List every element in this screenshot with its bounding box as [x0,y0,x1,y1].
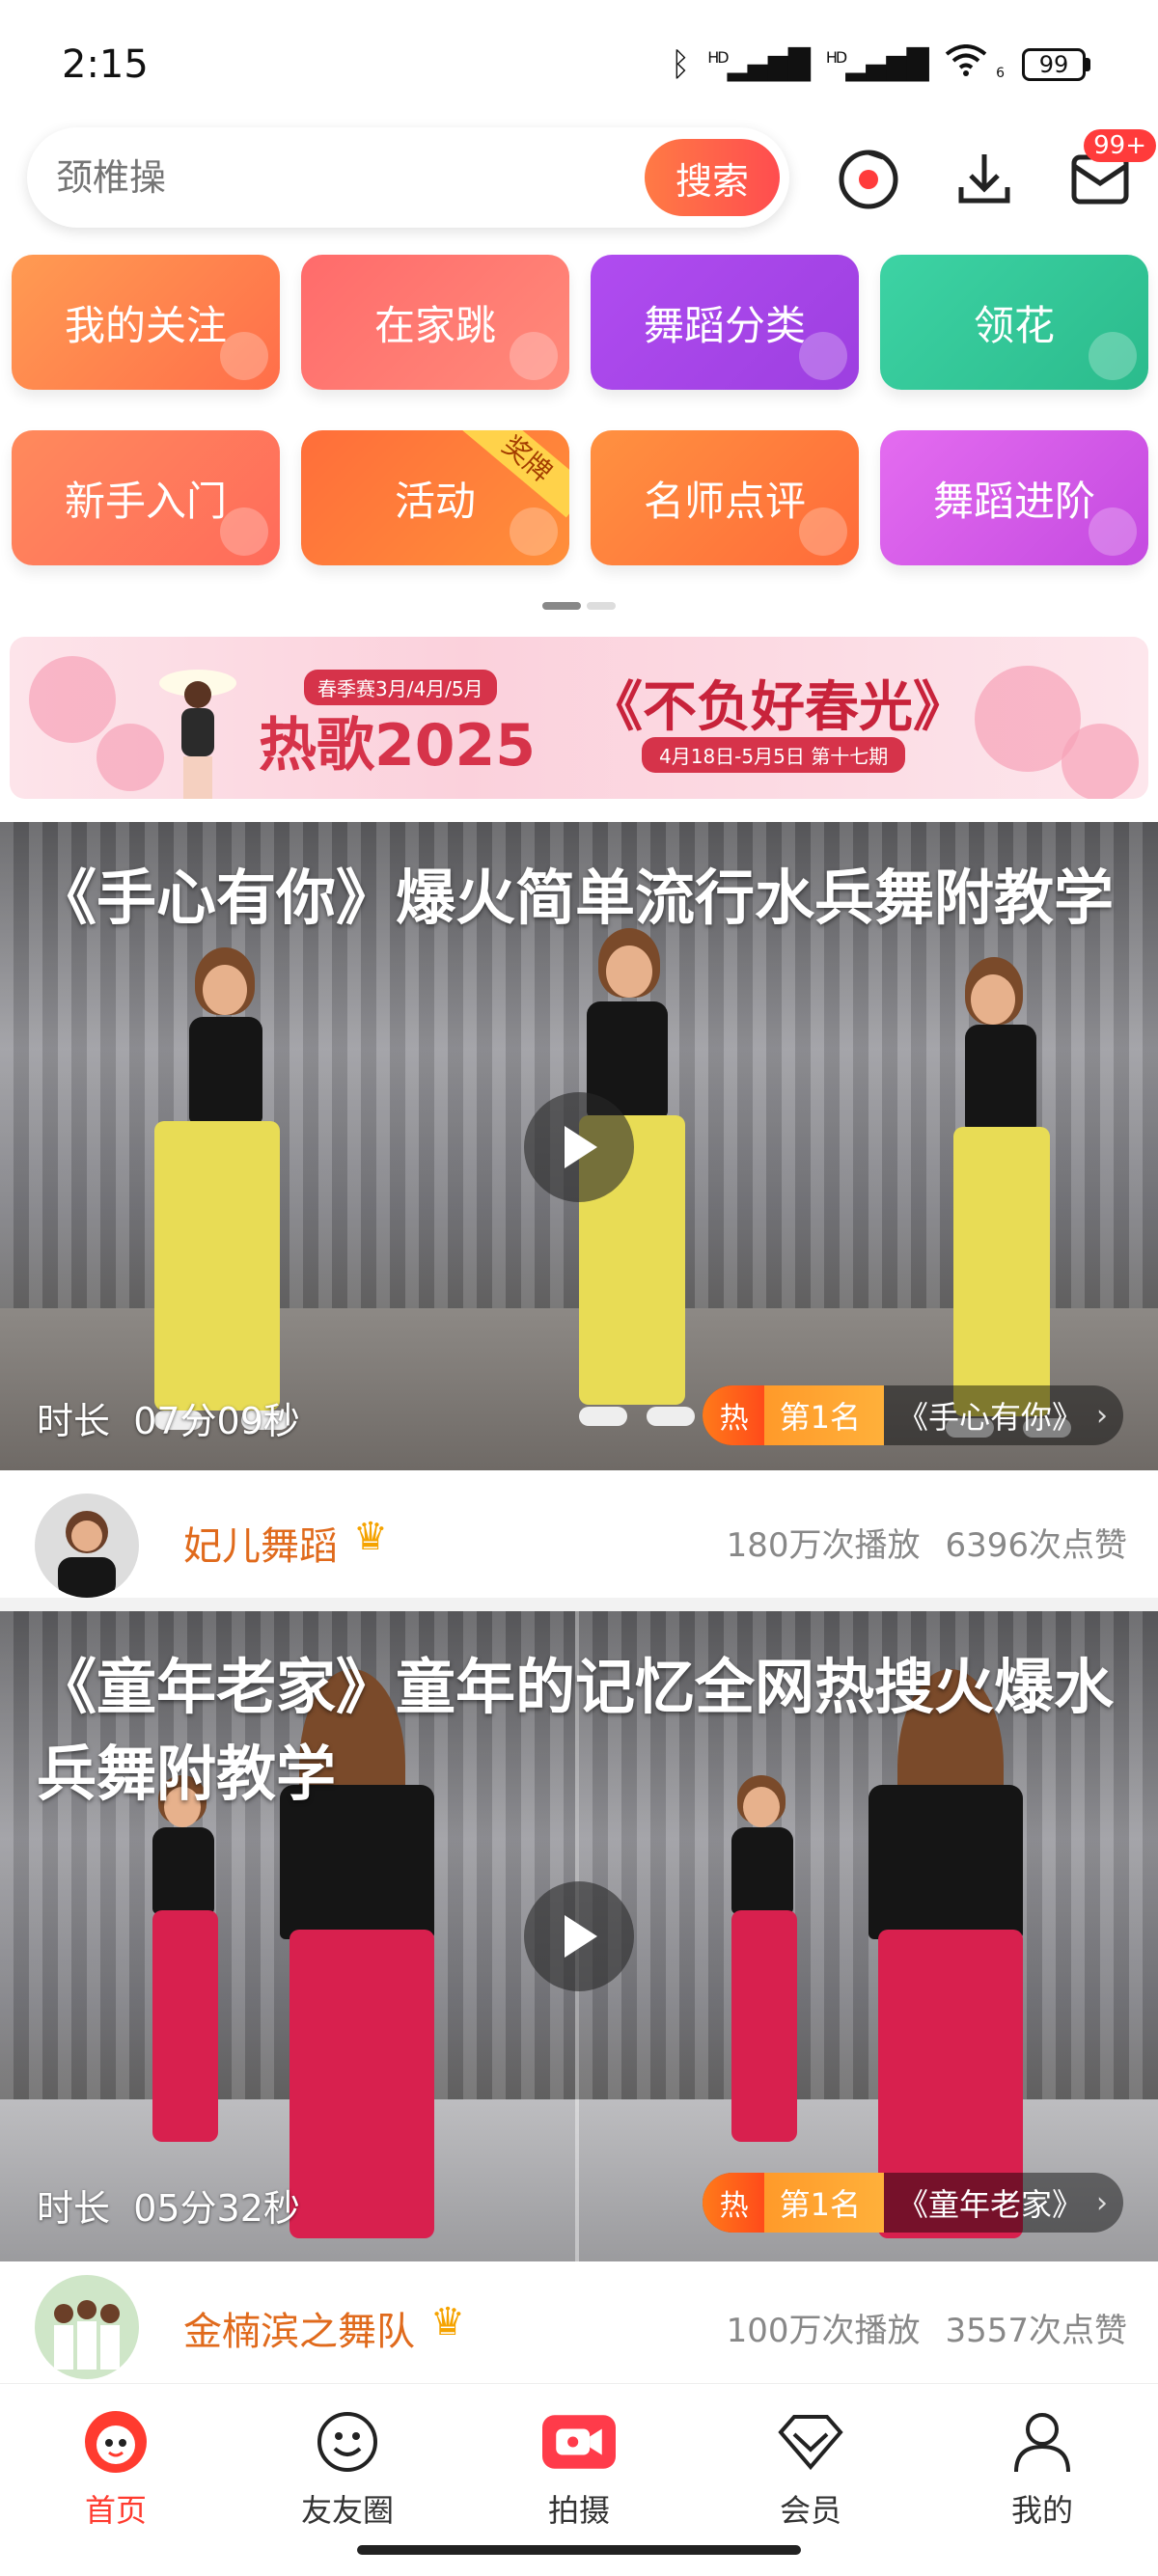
play-count: 100万次播放 [726,2312,921,2350]
like-count: 3557次点赞 [945,2312,1127,2350]
chevron-right-icon: › [1096,2185,1108,2220]
category-tile[interactable]: 在家跳 [301,255,569,390]
inbox-icon[interactable]: 99+ [1063,129,1156,216]
category-tile[interactable]: 名师点评 [591,430,859,565]
page-indicator [542,602,616,610]
category-label: 舞蹈分类 [643,301,806,349]
home-indicator [357,2545,801,2555]
category-tile[interactable]: 新手入门 [12,430,280,565]
nav-friends[interactable]: 友友圈 [270,2405,425,2531]
banner-date: 4月18日-5月5日 第十七期 [642,737,906,773]
nav-member[interactable]: 会员 [733,2405,888,2531]
category-tile[interactable]: 舞蹈进阶 [880,430,1148,565]
category-label: 名师点评 [643,477,806,525]
battery-icon: 99 [1022,48,1090,81]
status-icons: ᛒ HD▂▄▆█ HD▂▄▆█ 6 99 [671,44,1090,85]
dancer-figure [695,1775,830,2161]
tile-decoration [799,507,847,556]
crown-icon: ♛ [353,1515,388,1559]
author-row[interactable]: 金楠滨之舞队 ♛ 100万次播放 3557次点赞 [0,2261,1158,2383]
video-title[interactable]: 《童年老家》童年的记忆全网热搜火爆水兵舞附教学 [37,1644,1127,1818]
rank-song: 《手心有你》 [896,1399,1083,1436]
hot-icon: 热 [702,1385,764,1445]
tile-decoration [1089,507,1137,556]
inbox-badge: 99+ [1084,129,1156,162]
play-count: 180万次播放 [726,1526,921,1565]
nav-profile[interactable]: 我的 [965,2405,1119,2531]
tile-decoration [1089,332,1137,380]
medal-ribbon: 奖牌 [462,430,569,518]
rank-number: 第1名 [763,2173,884,2233]
search-button[interactable]: 搜索 [645,139,780,216]
crown-icon: ♛ [430,2300,465,2344]
status-time: 2:15 [62,42,149,87]
banner-title: 《不负好春光》 [589,676,967,739]
home-icon [79,2405,152,2479]
camera-record-icon [542,2405,616,2479]
avatar[interactable] [35,2275,139,2379]
rank-badge[interactable]: 热 第1名 《手心有你》 › [702,1385,1123,1445]
play-icon[interactable] [524,1881,634,1991]
category-tile[interactable]: 我的关注 [12,255,280,390]
dancer-figure [926,957,1119,1459]
battery-level: 99 [1022,48,1086,81]
video-thumbnail[interactable]: 《童年老家》童年的记忆全网热搜火爆水兵舞附教学 时长 05分32秒 热 第1名 … [0,1611,1158,2261]
dancer-figure [106,947,299,1449]
status-bar: 2:15 ᛒ HD▂▄▆█ HD▂▄▆█ 6 99 [0,0,1158,125]
tile-decoration [510,507,558,556]
dancer-figure [116,1775,251,2161]
rank-song: 《童年老家》 [896,2186,1083,2223]
bluetooth-icon: ᛒ [670,45,691,84]
nav-shoot[interactable]: 拍摄 [502,2405,656,2531]
tile-decoration [220,332,268,380]
video-stats: 180万次播放 6396次点赞 [727,1519,1127,1566]
category-label: 我的关注 [64,301,227,349]
video-duration: 时长 07分09秒 [37,1400,300,1442]
play-icon[interactable] [524,1092,634,1202]
video-duration: 时长 05分32秒 [37,2187,300,2230]
wifi-icon: 6 [945,44,1005,85]
video-thumbnail[interactable]: 《手心有你》爆火简单流行水兵舞附教学 时长 07分09秒 热 第1名 《手心有你… [0,822,1158,1470]
category-tile[interactable]: 舞蹈分类 [591,255,859,390]
download-icon[interactable] [948,143,1021,216]
search-input[interactable] [56,127,635,228]
video-title[interactable]: 《手心有你》爆火简单流行水兵舞附教学 [37,855,1127,942]
author-name[interactable]: 妃儿舞蹈 [183,1515,338,1571]
search-bar[interactable]: 搜索 [27,127,789,228]
category-label: 领花 [973,301,1055,349]
author-row[interactable]: 妃儿舞蹈 ♛ 180万次播放 6396次点赞 [0,1470,1158,1605]
rank-badge[interactable]: 热 第1名 《童年老家》 › [702,2173,1123,2233]
music-disc-icon[interactable] [832,143,905,216]
tile-decoration [799,332,847,380]
person-icon [1006,2405,1079,2479]
rank-number: 第1名 [763,1385,884,1445]
banner-hot-label: 热歌2025 [259,712,536,780]
signal-icon-2: HD▂▄▆█ [825,47,929,82]
signal-icon-1: HD▂▄▆█ [707,47,811,82]
category-label: 活动 [394,477,476,525]
promo-banner[interactable]: 春季赛3月/4月/5月 热歌2025 《不负好春光》 4月18日-5月5日 第十… [10,637,1148,799]
category-label: 在家跳 [373,301,496,349]
category-tile[interactable]: 活动 奖牌 [301,430,569,565]
tile-decoration [510,332,558,380]
hot-icon: 热 [702,2173,764,2233]
like-count: 6396次点赞 [945,1526,1127,1565]
author-name[interactable]: 金楠滨之舞队 [183,2300,415,2356]
smile-icon [311,2405,384,2479]
nav-home[interactable]: 首页 [39,2405,193,2531]
video-stats: 100万次播放 3557次点赞 [727,2304,1127,2351]
banner-dancer-image [159,670,236,799]
chevron-right-icon: › [1096,1398,1108,1433]
diamond-icon [774,2405,847,2479]
category-tile[interactable]: 领花 [880,255,1148,390]
app-screen: 2:15 ᛒ HD▂▄▆█ HD▂▄▆█ 6 99 搜索 99+ 我的关注 在家跳… [0,0,1158,2576]
tile-decoration [220,507,268,556]
category-label: 新手入门 [64,477,227,525]
category-label: 舞蹈进阶 [932,477,1095,525]
avatar[interactable] [35,1494,139,1598]
